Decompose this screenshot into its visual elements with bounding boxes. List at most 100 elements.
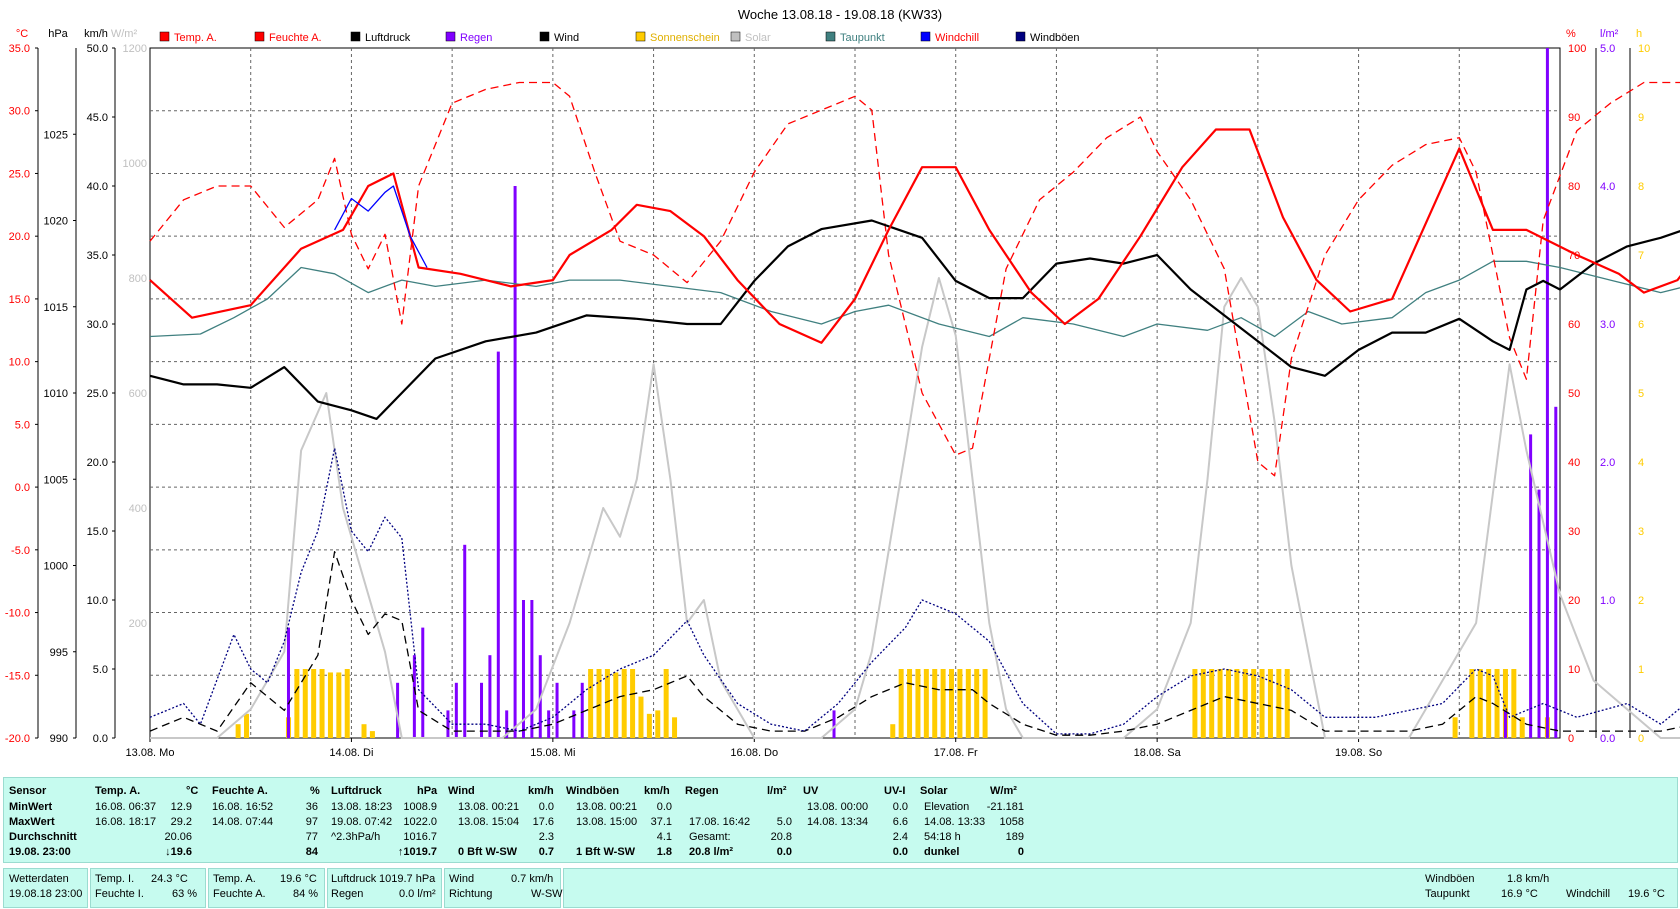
- windboeen-label: Windböen: [1425, 873, 1475, 885]
- sunshine-bar: [621, 669, 627, 738]
- header-uv-unit: UV-I: [884, 785, 906, 797]
- temp-tick-label: 30.0: [9, 106, 30, 118]
- feuchte-i-label: Feuchte I.: [95, 888, 144, 900]
- summary-uv-value: 0.0: [892, 846, 908, 858]
- header-humidity: Feuchte A.: [212, 785, 268, 797]
- summary-temp-time: 16.08. 06:37: [95, 801, 157, 813]
- legend-label: Windchill: [935, 32, 979, 44]
- summary-wind-value: 0.7: [538, 846, 554, 858]
- luftdruck-label: Luftdruck: [331, 873, 377, 885]
- x-tick-label: 14.08. Di: [329, 747, 373, 759]
- sunshine-bar: [672, 717, 678, 738]
- rain-bar: [832, 710, 836, 738]
- sun-tick-label: 9: [1638, 112, 1644, 124]
- temp-tick-label: -10.0: [5, 608, 30, 620]
- temp-tick-label: -20.0: [5, 733, 30, 745]
- sun-tick-label: 6: [1638, 319, 1644, 331]
- wind-tick-label: 0.0: [93, 733, 108, 745]
- wind-tick-label: 10.0: [87, 595, 108, 607]
- windboeen-value: 1.8 km/h: [1507, 873, 1550, 885]
- solar-unit-label: W/m²: [111, 28, 138, 40]
- x-tick-label: 13.08. Mo: [126, 747, 175, 759]
- sun-tick-label: 10: [1638, 43, 1650, 55]
- sunshine-bar: [588, 669, 594, 738]
- sunshine-bar: [1234, 669, 1240, 738]
- legend-swatch: [1015, 31, 1026, 42]
- sunshine-bar: [1217, 669, 1223, 738]
- footer-indoor: Temp. I. 24.3 °C Feuchte I. 63 %: [90, 868, 206, 908]
- legend-swatch: [159, 31, 170, 42]
- sunshine-bar: [949, 669, 955, 738]
- sun-tick-label: 1: [1638, 664, 1644, 676]
- temp-tick-label: 25.0: [9, 168, 30, 180]
- temp-tick-label: 15.0: [9, 294, 30, 306]
- rain-tick-label: 4.0: [1600, 181, 1615, 193]
- wetterdaten-label: Wetterdaten: [9, 873, 69, 885]
- sun-tick-label: 7: [1638, 250, 1644, 262]
- feuchte-a-label: Feuchte A.: [213, 888, 266, 900]
- temp-a-label: Temp. A.: [213, 873, 256, 885]
- summary-rain-value: 5.0: [776, 816, 792, 828]
- sunshine-bar: [1477, 669, 1483, 738]
- rain-bar: [286, 627, 290, 738]
- legend-label: Taupunkt: [840, 32, 885, 44]
- summary-temp-value: 20.06: [164, 831, 192, 843]
- sunshine-bar: [361, 724, 367, 738]
- rain-tick-label: 0.0: [1600, 733, 1615, 745]
- legend-swatch: [730, 31, 741, 42]
- wind-unit-label: km/h: [84, 28, 108, 40]
- sunshine-bar: [1469, 669, 1475, 738]
- summary-pressure-value: ↑1019.7: [397, 846, 437, 858]
- wind-tick-label: 20.0: [87, 457, 108, 469]
- summary-uv-value: 6.6: [892, 816, 908, 828]
- feuchte-a-value: 84 %: [293, 888, 319, 900]
- x-tick-label: 15.08. Mi: [530, 747, 575, 759]
- x-tick-label: 17.08. Fr: [934, 747, 978, 759]
- humidity-tick-label: 60: [1568, 319, 1580, 331]
- rain-bar: [412, 655, 416, 738]
- summary-row-label: 19.08. 23:00: [9, 846, 71, 858]
- header-gust-unit: km/h: [644, 785, 670, 797]
- legend-label: Feuchte A.: [269, 32, 322, 44]
- summary-rain-value: 20.8: [770, 831, 792, 843]
- legend-label: Luftdruck: [365, 32, 411, 44]
- pressure-tick-label: 1015: [44, 302, 68, 314]
- footer-extra: Windböen 1.8 km/h Taupunkt 16.9 °C Windc…: [563, 868, 1678, 908]
- wind-tick-label: 40.0: [87, 181, 108, 193]
- legend-swatch: [350, 31, 361, 42]
- wind-label: Wind: [449, 873, 475, 885]
- temp-tick-label: 0.0: [15, 482, 30, 494]
- weather-chart: Woche 13.08.18 - 19.08.18 (KW33) 35.0 30.0…: [0, 0, 1680, 770]
- header-rain-unit: l/m²: [767, 785, 787, 797]
- humidity-tick-label: 0: [1568, 733, 1574, 745]
- sunshine-bar: [1242, 669, 1248, 738]
- summary-row: Durchschnitt 20.06 77 ^2.3hPa/h 1016.7 2.3 4.1…: [4, 830, 1677, 845]
- temp-a-value: 19.6 °C: [280, 873, 317, 885]
- humidity-tick-label: 20: [1568, 595, 1580, 607]
- summary-rain-time: 20.8 l/m²: [689, 846, 734, 858]
- solar-tick-label: 800: [129, 273, 147, 285]
- rain-bar: [446, 710, 450, 738]
- sun-tick-label: 8: [1638, 181, 1644, 193]
- sunshine-bar: [1259, 669, 1265, 738]
- footer-wind: Wind 0.7 km/h Richtung W-SW: [444, 868, 563, 908]
- rain-bar: [1529, 434, 1533, 738]
- solar-tick-label: 600: [129, 388, 147, 400]
- wind-tick-label: 5.0: [93, 664, 108, 676]
- rain-tick-label: 2.0: [1600, 457, 1615, 469]
- sunshine-bar: [369, 731, 375, 738]
- wind-tick-label: 35.0: [87, 250, 108, 262]
- sun-tick-label: 5: [1638, 388, 1644, 400]
- summary-humidity-value: 97: [305, 816, 318, 828]
- rain-unit-label: l/m²: [1600, 28, 1619, 40]
- sunshine-bar: [923, 669, 929, 738]
- sunshine-bar: [915, 669, 921, 738]
- chart-svg: Woche 13.08.18 - 19.08.18 (KW33)35.030.0…: [5, 7, 1680, 759]
- temp-i-value: 24.3 °C: [151, 873, 188, 885]
- temp-tick-label: -15.0: [5, 670, 30, 682]
- wind-value: 0.7 km/h: [511, 873, 554, 885]
- header-pressure: Luftdruck: [331, 785, 382, 797]
- summary-row-label: Durchschnitt: [9, 831, 77, 843]
- sunshine-bar: [898, 669, 904, 738]
- sunshine-bar: [932, 669, 938, 738]
